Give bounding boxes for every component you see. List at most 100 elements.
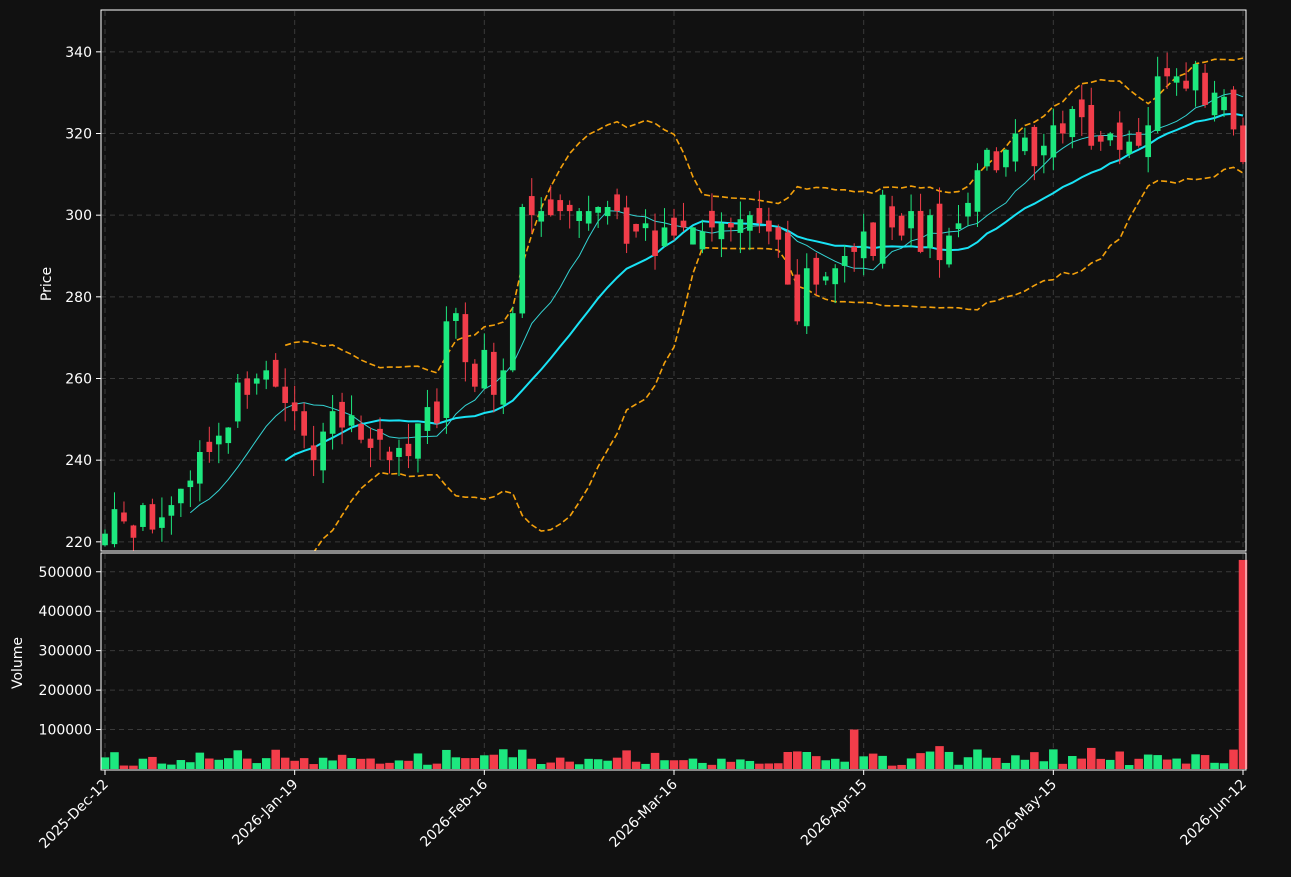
candle-body [1003,149,1009,168]
candle-body [538,211,545,222]
volume-bar [565,761,574,769]
price-tick-label: 300 [65,208,92,224]
volume-bar [110,752,119,769]
volume-bar [1153,755,1162,769]
candle-body [424,407,431,431]
price-tick-label: 280 [65,290,92,306]
candle-body [215,435,222,445]
volume-bar [1020,759,1030,769]
candle-body [1088,104,1095,146]
candle-body [1097,135,1104,142]
candle-body [1031,126,1038,167]
candle-body [974,170,981,212]
volume-bar [546,762,555,769]
volume-bar [1105,759,1115,769]
candle-body [1012,133,1019,162]
candle-body [272,359,279,387]
volume-bar [793,751,802,769]
candle-body [633,223,639,232]
volume-bar [897,764,906,769]
candle-body [121,512,127,522]
candle-body [130,525,137,538]
volume-tick-label: 300000 [39,644,92,660]
candle-body [329,411,336,434]
volume-bar [1096,758,1106,769]
candle-body [917,210,924,252]
candlestick-chart: 220 240 260 280 300 320 340 100000 200000 300000… [0,0,1291,873]
volume-bar [1039,761,1049,769]
candle-body [253,378,260,384]
candle-body [519,207,526,314]
candle-body [377,428,383,440]
candle-body [832,268,839,285]
candle-body [528,196,535,216]
volume-bar [593,759,603,769]
candle-body [1173,76,1180,83]
candle-body [310,445,317,461]
candle-body [965,202,971,217]
volume-tick-label: 500000 [39,565,92,581]
volume-bar [1011,755,1020,769]
volume-bar [290,760,299,769]
volume-bar [688,758,698,769]
candle-body [1230,89,1237,130]
volume-bar [375,763,385,769]
volume-bar [669,760,679,769]
candle-body [822,276,829,281]
candle-body [453,313,459,321]
candle-body [149,504,156,530]
volume-bar [252,763,262,769]
volume-bar [574,764,584,769]
volume-bar [849,729,859,769]
volume-bar [261,758,271,769]
candle-body [851,246,858,252]
candle-body [244,378,251,395]
candle-body [178,488,184,504]
volume-axis-label: Volume [10,637,26,689]
volume-bar [1001,762,1011,769]
volume-bar [432,763,442,769]
volume-bar [736,759,745,769]
candle-body [661,227,668,247]
candle-body [159,517,165,528]
candle-body [709,210,715,228]
candle-body [187,480,194,488]
candle-body [642,223,649,229]
volume-bar [935,746,944,769]
volume-bar [527,758,537,769]
volume-bar [660,760,669,769]
volume-bar [176,760,186,769]
candle-body [415,423,421,459]
volume-bar [963,757,973,769]
candle-body [652,230,658,256]
candle-body [784,232,791,285]
candle-body [557,200,564,212]
candle-body [490,351,497,395]
volume-bar [726,761,736,769]
volume-bar [347,758,356,769]
volume-bar [233,750,243,769]
volume-tick-label: 200000 [39,683,92,699]
candle-body [405,443,412,457]
volume-bar [167,764,176,769]
volume-bar [679,760,688,769]
candle-body [794,274,801,322]
price-tick-label: 220 [65,535,92,551]
volume-bar [1229,749,1238,769]
candle-body [367,438,374,448]
volume-bar [840,761,849,769]
volume-bar [385,762,394,769]
candle-body [1126,141,1133,154]
volume-bar [707,764,717,769]
volume-tick-label: 400000 [39,604,92,620]
chart-background [0,0,1291,873]
volume-bar [461,758,470,769]
candle-body [396,447,402,457]
candle-body [1107,133,1114,141]
volume-bar [982,757,992,769]
candle-body [111,509,118,545]
candle-body [604,207,611,217]
candle-body [386,451,393,461]
volume-bar [755,763,764,769]
volume-bar [830,758,840,769]
